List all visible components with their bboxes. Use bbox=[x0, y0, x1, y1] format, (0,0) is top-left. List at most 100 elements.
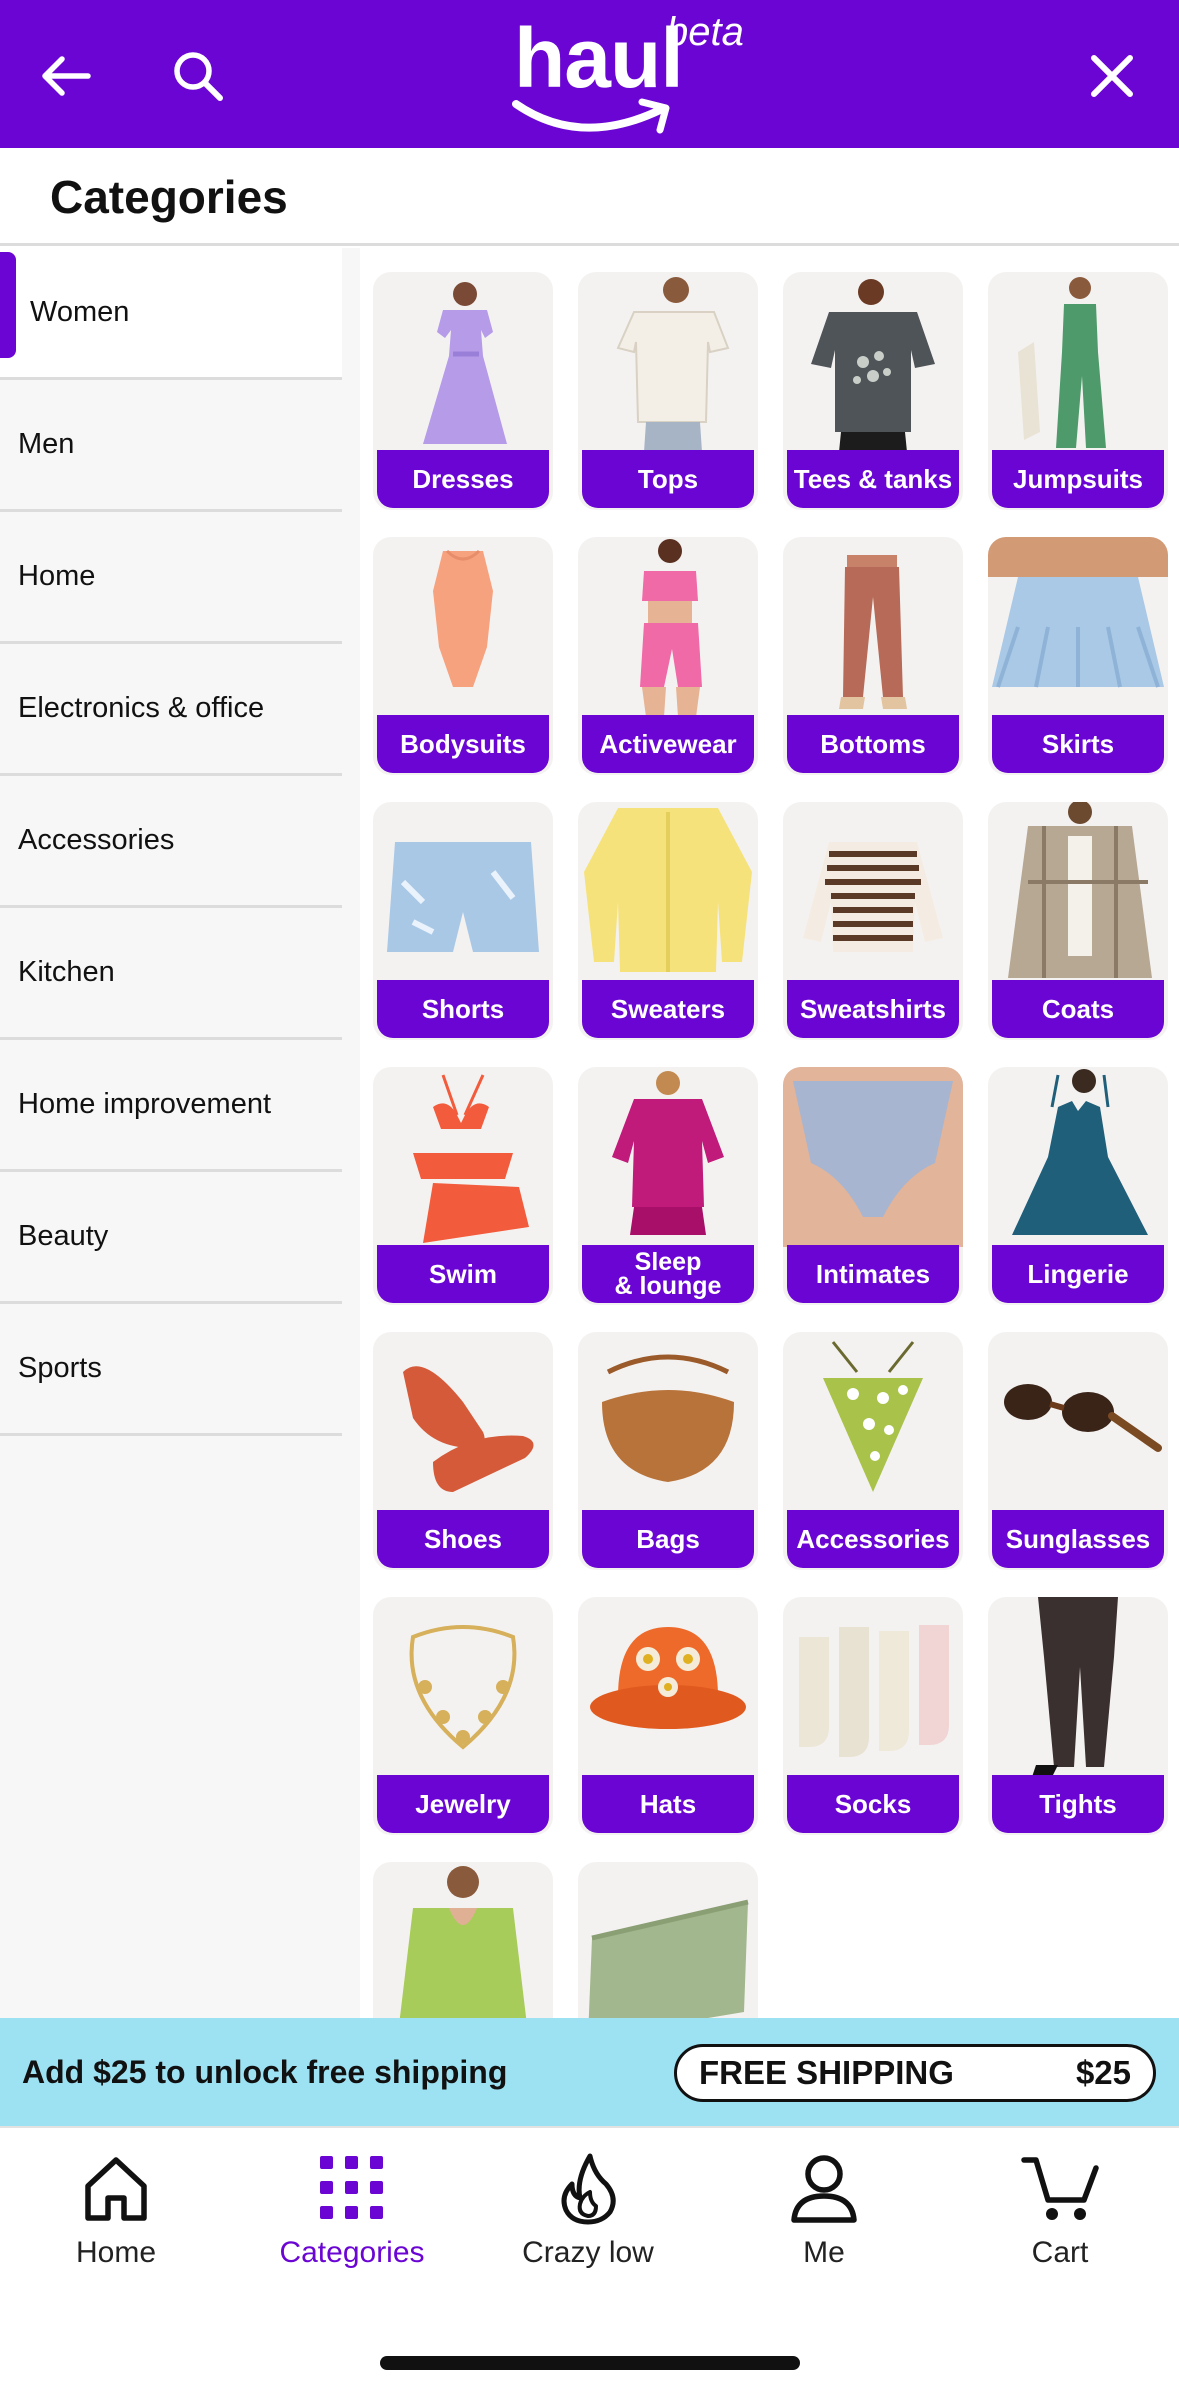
category-tile-sleep-lounge[interactable]: Sleep & lounge bbox=[578, 1067, 758, 1305]
tile-label: Tops bbox=[582, 450, 754, 508]
tile-label: Hats bbox=[582, 1775, 754, 1833]
tile-label: Sweaters bbox=[582, 980, 754, 1038]
category-tile-jewelry[interactable]: Jewelry bbox=[373, 1597, 553, 1835]
jewelry-image bbox=[409, 1625, 517, 1750]
coat-image bbox=[1008, 802, 1152, 978]
category-tile-tights[interactable]: Tights bbox=[988, 1597, 1168, 1835]
category-tile-skirts[interactable]: Skirts bbox=[988, 537, 1168, 775]
category-tile-coats[interactable]: Coats bbox=[988, 802, 1168, 1040]
tile-label: Sunglasses bbox=[992, 1510, 1164, 1568]
tights-image bbox=[1032, 1597, 1118, 1777]
category-sidebar: Women Men Home Electronics & office Acce… bbox=[0, 248, 360, 2018]
arrow-left-icon bbox=[42, 56, 91, 96]
sidebar-item-electronics-office[interactable]: Electronics & office bbox=[0, 644, 342, 776]
category-tile-bodysuits[interactable]: Bodysuits bbox=[373, 537, 553, 775]
category-tile-sweaters[interactable]: Sweaters bbox=[578, 802, 758, 1040]
title-bar: Categories bbox=[0, 148, 1179, 246]
category-tile-intimates[interactable]: Intimates bbox=[783, 1067, 963, 1305]
activewear-image bbox=[640, 539, 702, 717]
nav-label: Cart bbox=[1031, 2236, 1089, 2269]
pill-amount: $25 bbox=[1075, 2054, 1131, 2091]
category-tile-unlabeled[interactable] bbox=[373, 1862, 553, 2018]
category-tile-jumpsuits[interactable]: Jumpsuits bbox=[988, 272, 1168, 510]
tile-label: Skirts bbox=[992, 715, 1164, 773]
tile-label: Jumpsuits bbox=[992, 450, 1164, 508]
sidebar-item-label: Home improvement bbox=[18, 1088, 272, 1120]
tile-label: Activewear bbox=[582, 715, 754, 773]
category-tile-unlabeled[interactable] bbox=[578, 1862, 758, 2018]
sidebar-item-label: Men bbox=[18, 428, 75, 460]
category-tile-tees-tanks[interactable]: Tees & tanks bbox=[783, 272, 963, 510]
tee-image bbox=[811, 279, 935, 452]
logo-wordmark: haul bbox=[514, 11, 684, 105]
top-bar: haul beta bbox=[0, 0, 1179, 148]
category-tile-activewear[interactable]: Activewear bbox=[578, 537, 758, 775]
nav-cart[interactable]: Cart bbox=[950, 2148, 1170, 2278]
sleepwear-image bbox=[612, 1071, 724, 1235]
sunglasses-image bbox=[1004, 1384, 1162, 1452]
tile-label: Bodysuits bbox=[377, 715, 549, 773]
category-tile-dresses[interactable]: Dresses bbox=[373, 272, 553, 510]
category-tile-hats[interactable]: Hats bbox=[578, 1597, 758, 1835]
nav-crazy-low[interactable]: Crazy low bbox=[478, 2148, 698, 2278]
swimsuit-image bbox=[413, 1074, 529, 1243]
category-tile-accessories[interactable]: Accessories bbox=[783, 1332, 963, 1570]
hat-image bbox=[590, 1627, 746, 1729]
tile-label: Jewelry bbox=[377, 1775, 549, 1833]
cart-icon bbox=[1021, 2157, 1099, 2220]
active-indicator bbox=[0, 252, 16, 358]
category-tile-bags[interactable]: Bags bbox=[578, 1332, 758, 1570]
category-tile-bottoms[interactable]: Bottoms bbox=[783, 537, 963, 775]
sidebar-item-beauty[interactable]: Beauty bbox=[0, 1172, 342, 1304]
bodysuit-image bbox=[433, 549, 493, 687]
tile-label: Tees & tanks bbox=[787, 450, 959, 508]
category-tile-lingerie[interactable]: Lingerie bbox=[988, 1067, 1168, 1305]
tile-label: Dresses bbox=[377, 450, 549, 508]
back-button[interactable] bbox=[34, 44, 98, 108]
tile-label: Shorts bbox=[377, 980, 549, 1038]
tile-label: Coats bbox=[992, 980, 1164, 1038]
shoes-image bbox=[403, 1366, 534, 1492]
category-tile-tops[interactable]: Tops bbox=[578, 272, 758, 510]
nav-label: Me bbox=[803, 2236, 845, 2269]
tile-label: Sleep & lounge bbox=[582, 1245, 754, 1303]
intimates-image bbox=[783, 1067, 963, 1247]
nav-categories[interactable]: Categories bbox=[242, 2148, 462, 2278]
sidebar-item-home-improvement[interactable]: Home improvement bbox=[0, 1040, 342, 1172]
category-tile-shorts[interactable]: Shorts bbox=[373, 802, 553, 1040]
sidebar-item-women[interactable]: Women bbox=[0, 248, 342, 380]
sidebar-item-kitchen[interactable]: Kitchen bbox=[0, 908, 342, 1040]
nav-home[interactable]: Home bbox=[6, 2148, 226, 2278]
search-button[interactable] bbox=[166, 44, 230, 108]
sidebar-item-men[interactable]: Men bbox=[0, 380, 342, 512]
sidebar-item-accessories[interactable]: Accessories bbox=[0, 776, 342, 908]
category-grid: Dresses Tops Tees & tanks Jumpsuits Body… bbox=[360, 248, 1179, 2018]
free-shipping-banner[interactable]: Add $25 to unlock free shipping FREE SHI… bbox=[0, 2018, 1179, 2126]
home-indicator[interactable] bbox=[380, 2356, 800, 2370]
sidebar-item-sports[interactable]: Sports bbox=[0, 1304, 342, 1436]
category-tile-shoes[interactable]: Shoes bbox=[373, 1332, 553, 1570]
tile-label: Sweatshirts bbox=[787, 980, 959, 1038]
tile-label: Intimates bbox=[787, 1245, 959, 1303]
jumpsuit-image bbox=[1018, 277, 1106, 448]
sidebar-item-label: Home bbox=[18, 560, 96, 592]
category-tile-sunglasses[interactable]: Sunglasses bbox=[988, 1332, 1168, 1570]
nav-me[interactable]: Me bbox=[714, 2148, 934, 2278]
category-tile-sweatshirts[interactable]: Sweatshirts bbox=[783, 802, 963, 1040]
sidebar-item-label: Women bbox=[30, 296, 130, 328]
category-tile-swim[interactable]: Swim bbox=[373, 1067, 553, 1305]
socks-image bbox=[799, 1625, 949, 1757]
sidebar-item-label: Electronics & office bbox=[18, 692, 265, 724]
logo-beta-badge: beta bbox=[666, 10, 744, 54]
tile-label: Lingerie bbox=[992, 1245, 1164, 1303]
category-tile-socks[interactable]: Socks bbox=[783, 1597, 963, 1835]
bandana-image bbox=[823, 1341, 923, 1492]
pouch-image bbox=[588, 1899, 749, 2018]
app-root: haul beta Categories Women Men Home Elec… bbox=[0, 0, 1179, 2396]
search-icon bbox=[174, 52, 223, 101]
flame-icon bbox=[561, 2153, 616, 2225]
free-shipping-pill[interactable]: FREE SHIPPING $25 bbox=[674, 2044, 1156, 2102]
sidebar-item-label: Beauty bbox=[18, 1220, 109, 1252]
close-button[interactable] bbox=[1080, 44, 1144, 108]
sidebar-item-home[interactable]: Home bbox=[0, 512, 342, 644]
